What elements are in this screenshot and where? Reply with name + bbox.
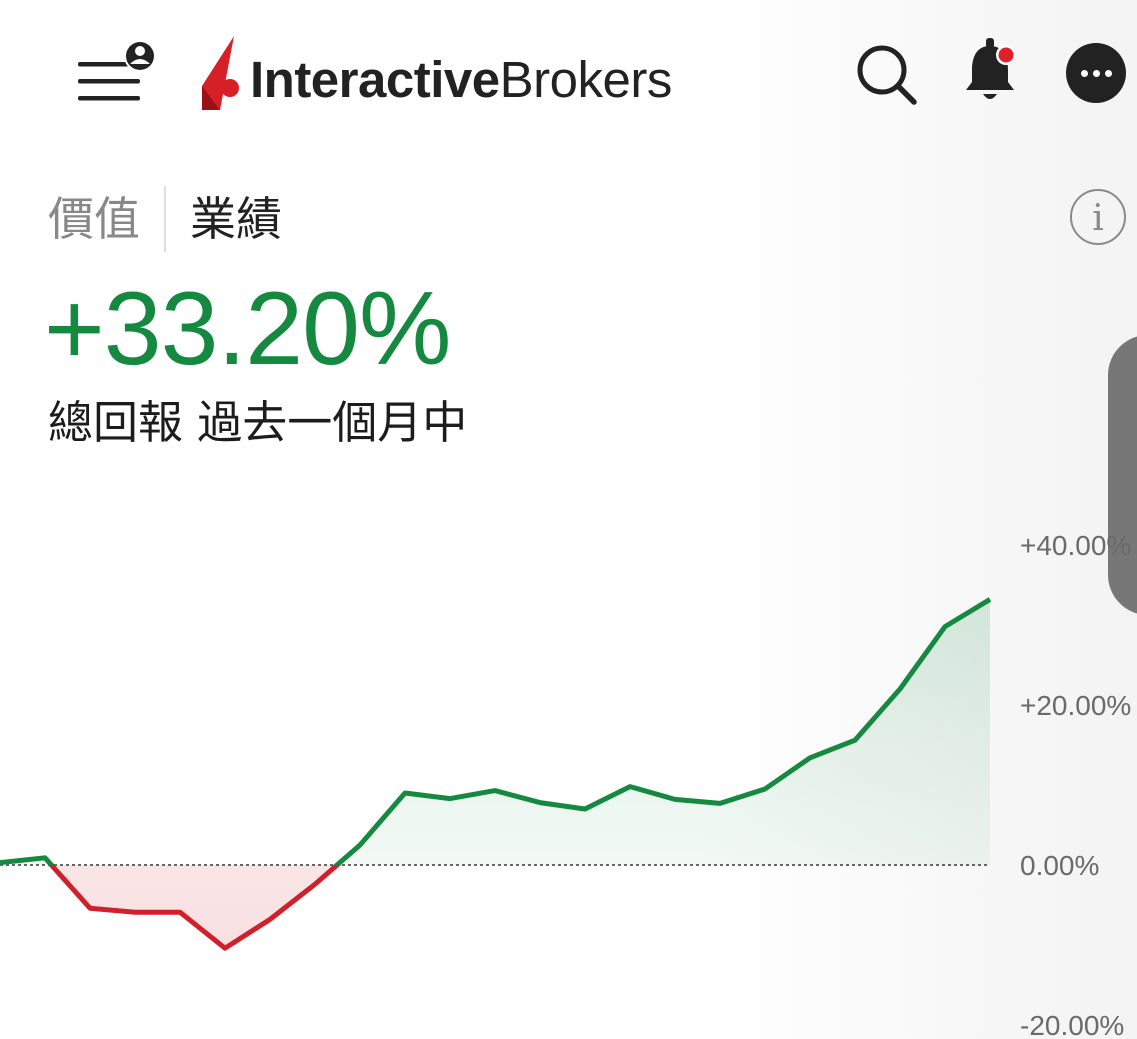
search-icon: [857, 45, 917, 105]
y-axis-tick-label: 0.00%: [1020, 850, 1099, 881]
logo-interactive-text: Interactive: [250, 50, 500, 108]
ib-logo: InteractiveBrokers: [198, 34, 672, 114]
performance-chart: +40.00% +20.00% 0.00% -20.00%: [0, 480, 1137, 1039]
view-tabs: 價值 業績: [48, 185, 282, 253]
info-button[interactable]: i: [1070, 189, 1126, 245]
total-return-period-label: 總回報 過去一個月中: [48, 396, 468, 449]
notifications-button[interactable]: [958, 36, 1024, 106]
tab-value[interactable]: 價值: [48, 196, 140, 242]
info-icon: i: [1092, 198, 1104, 239]
y-axis-tick-label: -20.00%: [1020, 1010, 1124, 1039]
tab-divider: [164, 186, 166, 252]
y-axis-tick-label: +20.00%: [1020, 690, 1131, 721]
performance-chart-svg: +40.00% +20.00% 0.00% -20.00%: [0, 530, 1131, 1039]
menu-with-account-icon: [78, 40, 156, 101]
performance-screen: InteractiveBrokers 價值 業績 i +33.20% 總回報 過…: [0, 0, 1137, 1039]
total-return-value: +33.20%: [44, 271, 451, 387]
menu-account-button[interactable]: [74, 40, 164, 110]
ib-logo-mark-icon: [202, 36, 239, 110]
y-axis-tick-label: +40.00%: [1020, 530, 1131, 561]
ib-logo-text: InteractiveBrokers: [250, 54, 672, 105]
tab-performance[interactable]: 業績: [190, 196, 282, 242]
more-options-button[interactable]: [1066, 43, 1126, 103]
bell-icon: [966, 38, 1016, 99]
logo-brokers-text: Brokers: [499, 50, 673, 108]
more-horizontal-icon: [1080, 69, 1112, 77]
search-button[interactable]: [852, 40, 920, 108]
